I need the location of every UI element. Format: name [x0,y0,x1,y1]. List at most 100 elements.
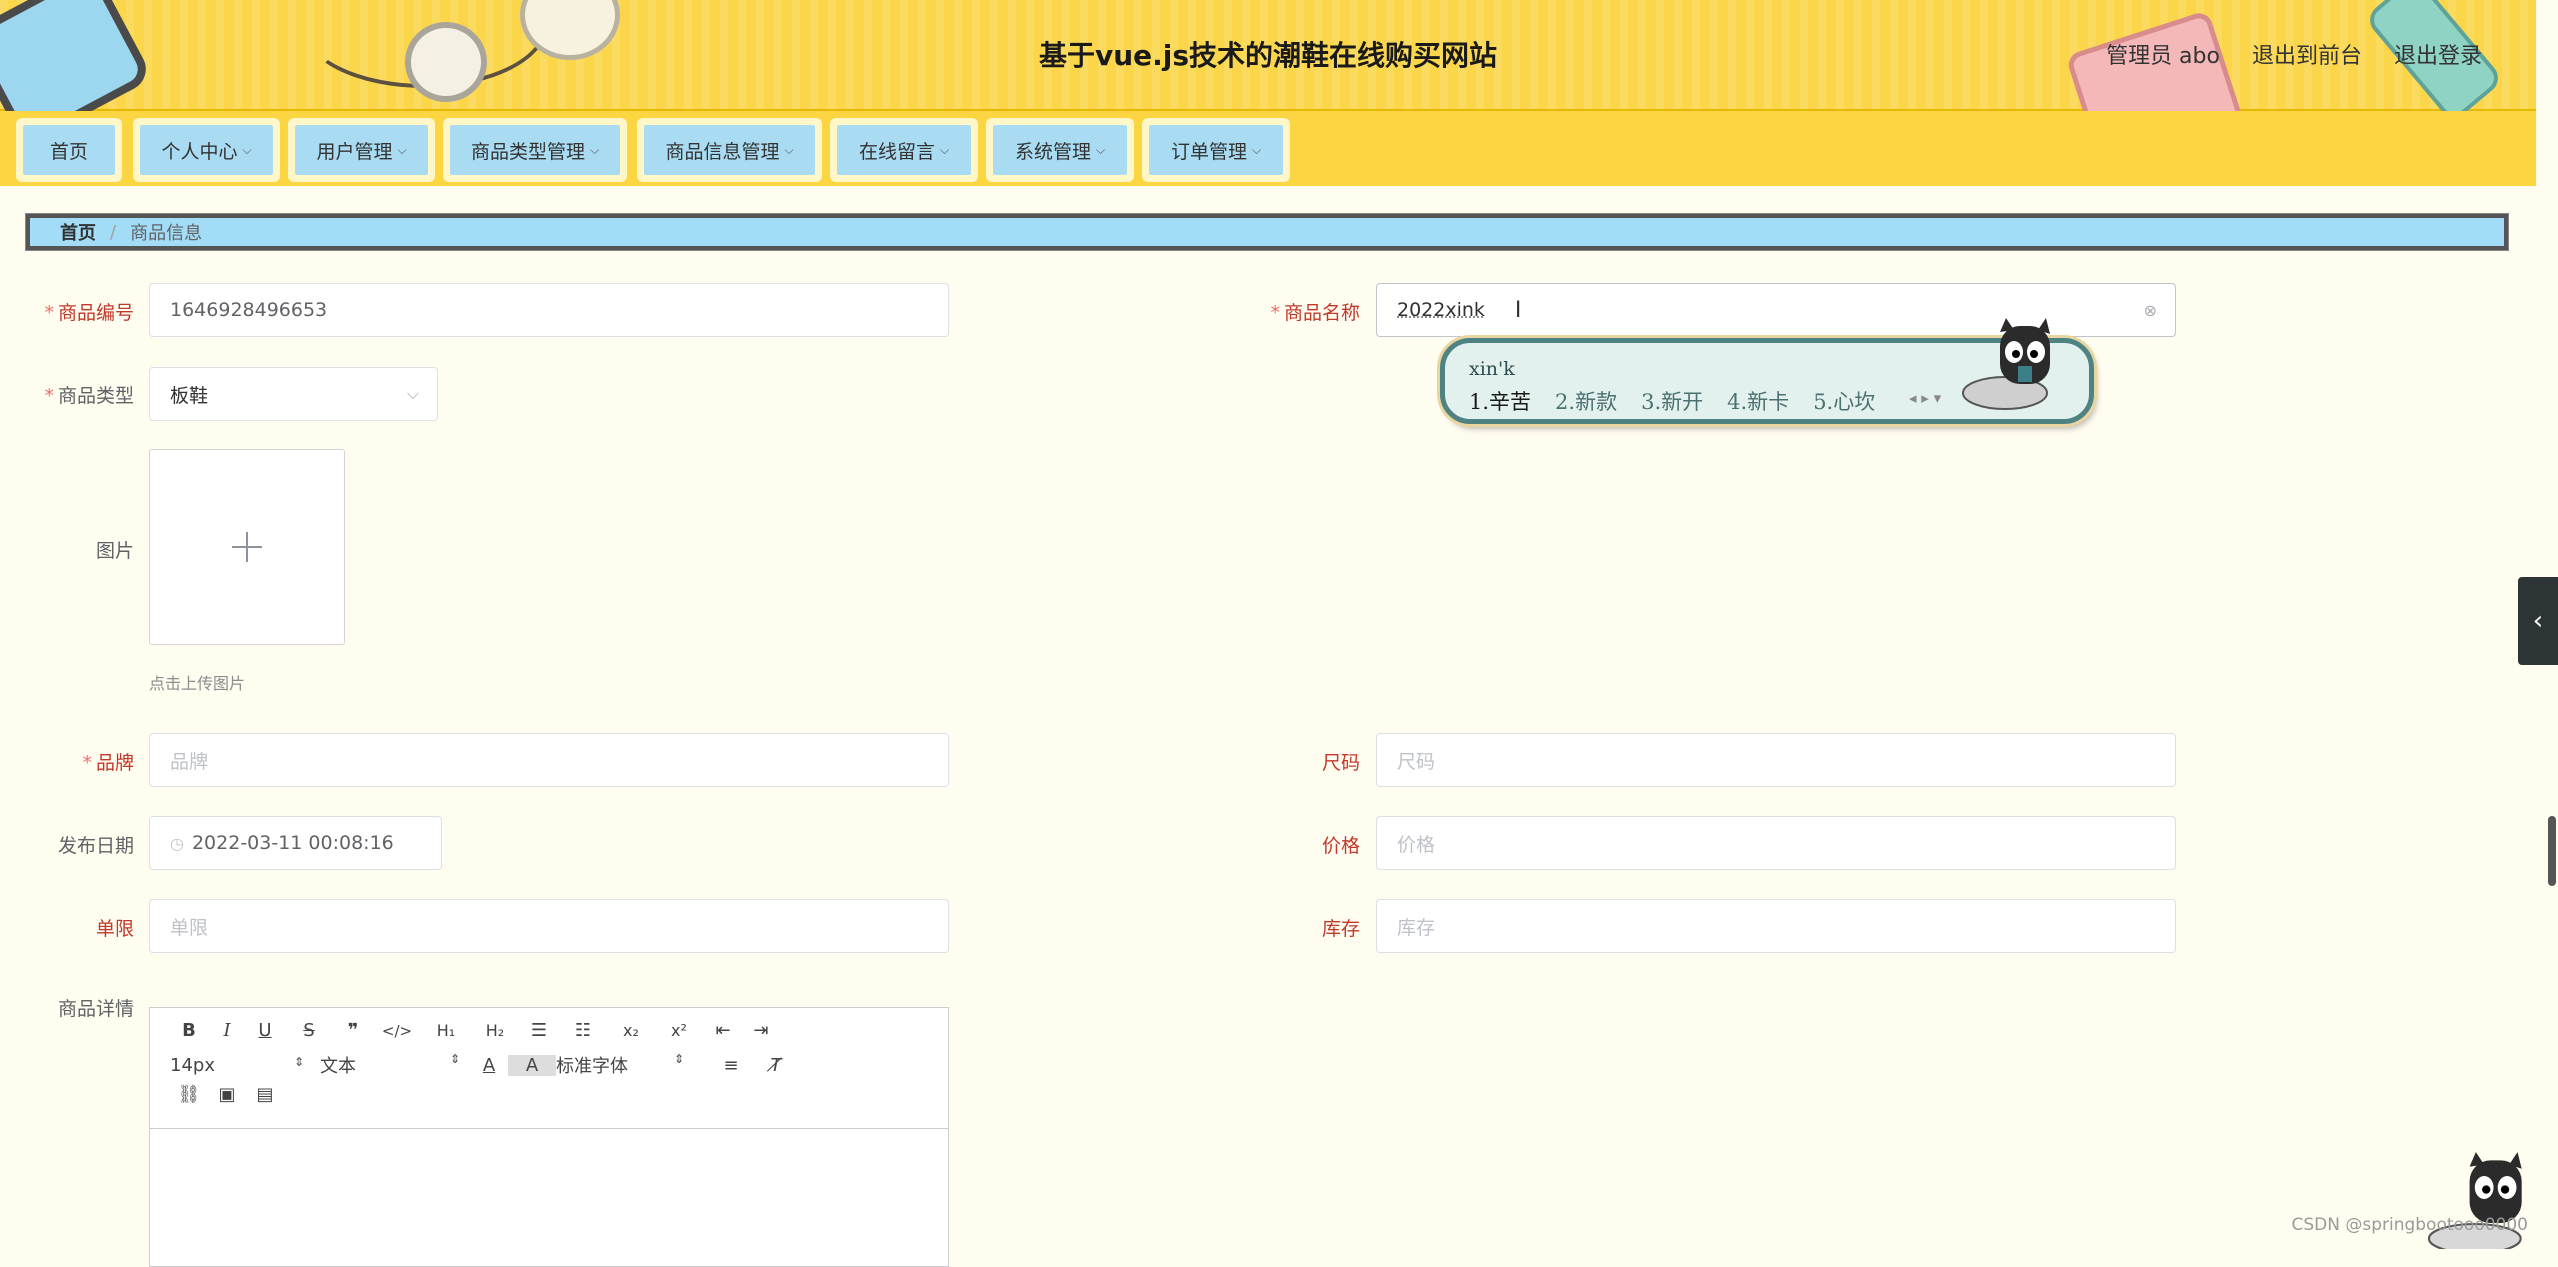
nav-label: 商品信息管理 [665,140,780,163]
nav-label: 首页 [49,140,88,163]
ime-candidate[interactable]: 2.新款 [1555,386,1617,416]
ime-page-arrows-icon[interactable]: ◂ ▸ ▾ [1909,389,1941,407]
code-label: * 商品编号 [44,302,134,324]
plus-icon [232,532,262,562]
chevron-down-icon: ⌵ [242,142,252,157]
chevron-down-icon: ⌵ [397,142,407,157]
product-code-input[interactable]: 1646928496653 [149,283,949,337]
nav-item-product-types[interactable]: 商品类型管理 ⌵ [443,118,627,182]
nav-label: 在线留言 [858,140,935,163]
image-icon[interactable]: ▣ [208,1084,246,1105]
outdent-icon[interactable]: ⇤ [704,1020,742,1041]
superscript-icon[interactable]: x² [654,1021,704,1040]
h2-icon[interactable]: H₂ [470,1021,520,1040]
product-type-select[interactable]: 板鞋 ⌵ [149,367,438,421]
ime-candidates: 1.辛苦 2.新款 3.新开 4.新卡 5.心坎 [1469,386,1875,416]
stock-label: 库存 [1321,918,1360,940]
type-label: * 商品类型 [44,385,134,407]
price-input[interactable]: 价格 [1376,816,2176,870]
background-color-icon[interactable]: A [508,1054,556,1076]
nav-item-personal[interactable]: 个人中心 ⌵ [133,118,280,182]
chevron-down-icon: ⌵ [589,142,600,157]
stock-input[interactable]: 库存 [1376,899,2176,953]
upload-hint: 点击上传图片 [149,674,246,693]
bold-icon[interactable]: B [170,1020,208,1041]
logout-link[interactable]: 退出登录 [2394,38,2482,70]
font-size-value: 14px [170,1054,215,1076]
nav-item-messages[interactable]: 在线留言 ⌵ [830,118,978,182]
clear-format-icon[interactable]: T̸ [756,1055,796,1076]
breadcrumb-separator: / [110,221,117,243]
ime-composition: xin'k [1469,358,1515,380]
subscript-icon[interactable]: x₂ [608,1021,654,1040]
nav-item-orders[interactable]: 订单管理 ⌵ [1142,118,1290,182]
name-label: * 商品名称 [1270,302,1360,324]
nav-label: 用户管理 [316,140,393,163]
strike-icon[interactable]: S [284,1020,334,1041]
product-name-value: 2022xink [1397,299,1485,321]
scrollbar-thumb[interactable] [2548,816,2556,886]
ordered-list-icon[interactable]: ☰ [520,1020,558,1041]
nav-item-system[interactable]: 系统管理 ⌵ [986,118,1134,182]
rich-text-editor[interactable]: B I U S ❞ </> H₁ H₂ ☰ ☷ x₂ x² ⇤ ⇥ 14px ⇕ … [149,1007,949,1267]
clock-icon: ◷ [170,833,184,853]
csdn-watermark: CSDN @springbootooo0000 [2291,1215,2528,1235]
nav-label: 个人中心 [161,140,238,163]
bullet-list-icon[interactable]: ☷ [558,1020,608,1041]
font-family-select[interactable]: 标准字体 ⇕ [556,1052,706,1078]
ime-candidate[interactable]: 1.辛苦 [1469,386,1531,416]
site-header: 基于vue.js技术的潮鞋在线购买网站 管理员 abo 退出到前台 退出登录 [0,0,2536,171]
breadcrumb: 首页 / 商品信息 [25,213,2509,251]
h1-icon[interactable]: H₁ [422,1021,470,1040]
limit-label: 单限 [95,918,134,940]
nav-item-product-info[interactable]: 商品信息管理 ⌵ [637,118,822,182]
price-placeholder: 价格 [1397,833,1436,856]
cat-mascot-icon [1962,318,2050,410]
limit-input[interactable]: 单限 [149,899,949,953]
stock-placeholder: 库存 [1397,916,1436,939]
date-picker[interactable]: ◷ 2022-03-11 00:08:16 [149,816,442,870]
image-label: 图片 [95,540,134,562]
side-collapse-tab[interactable]: ‹ [2518,577,2558,665]
to-front-link[interactable]: 退出到前台 [2252,38,2362,70]
nav-label: 订单管理 [1170,140,1247,163]
nav-item-users[interactable]: 用户管理 ⌵ [288,118,435,182]
price-label: 价格 [1321,835,1360,857]
font-size-select[interactable]: 14px ⇕ [170,1055,320,1076]
block-select[interactable]: 文本 ⇕ [320,1052,470,1078]
underline-icon[interactable]: U [246,1020,284,1041]
header-actions: 管理员 abo 退出到前台 退出登录 [2106,38,2482,70]
product-type-value: 板鞋 [170,384,209,407]
admin-label: 管理员 abo [2106,44,2220,69]
breadcrumb-home[interactable]: 首页 [60,219,96,245]
limit-placeholder: 单限 [170,916,209,939]
italic-icon[interactable]: I [208,1020,246,1041]
text-cursor-icon: I [1514,297,1522,323]
align-icon[interactable]: ≡ [706,1055,756,1076]
chevron-down-icon: ⌵ [1095,142,1106,157]
nav-item-home[interactable]: 首页 [16,118,122,182]
ime-candidate[interactable]: 4.新卡 [1727,386,1789,416]
editor-toolbar: B I U S ❞ </> H₁ H₂ ☰ ☷ x₂ x² ⇤ ⇥ 14px ⇕ … [150,1008,948,1129]
block-value: 文本 [320,1056,356,1077]
brand-placeholder: 品牌 [170,750,209,773]
font-color-icon[interactable]: A [470,1055,508,1076]
code-icon[interactable]: </> [372,1022,422,1040]
clear-icon[interactable]: ⊗ [2144,301,2157,320]
size-input[interactable]: 尺码 [1376,733,2176,787]
size-label: 尺码 [1321,752,1360,774]
ime-candidate[interactable]: 5.心坎 [1813,386,1875,416]
date-label: 发布日期 [57,835,134,857]
sort-icon: ⇕ [673,1052,684,1066]
chevron-down-icon: ⌵ [406,384,419,403]
brand-input[interactable]: 品牌 [149,733,949,787]
detail-label: 商品详情 [57,998,134,1020]
video-icon[interactable]: ▤ [246,1084,284,1105]
quote-icon[interactable]: ❞ [334,1020,372,1041]
image-upload-box[interactable] [149,449,345,645]
brand-label: * 品牌 [82,752,134,774]
ime-candidate[interactable]: 3.新开 [1641,386,1703,416]
sort-icon: ⇕ [449,1052,460,1066]
indent-icon[interactable]: ⇥ [742,1020,780,1041]
link-icon[interactable]: ⛓ [170,1084,208,1105]
